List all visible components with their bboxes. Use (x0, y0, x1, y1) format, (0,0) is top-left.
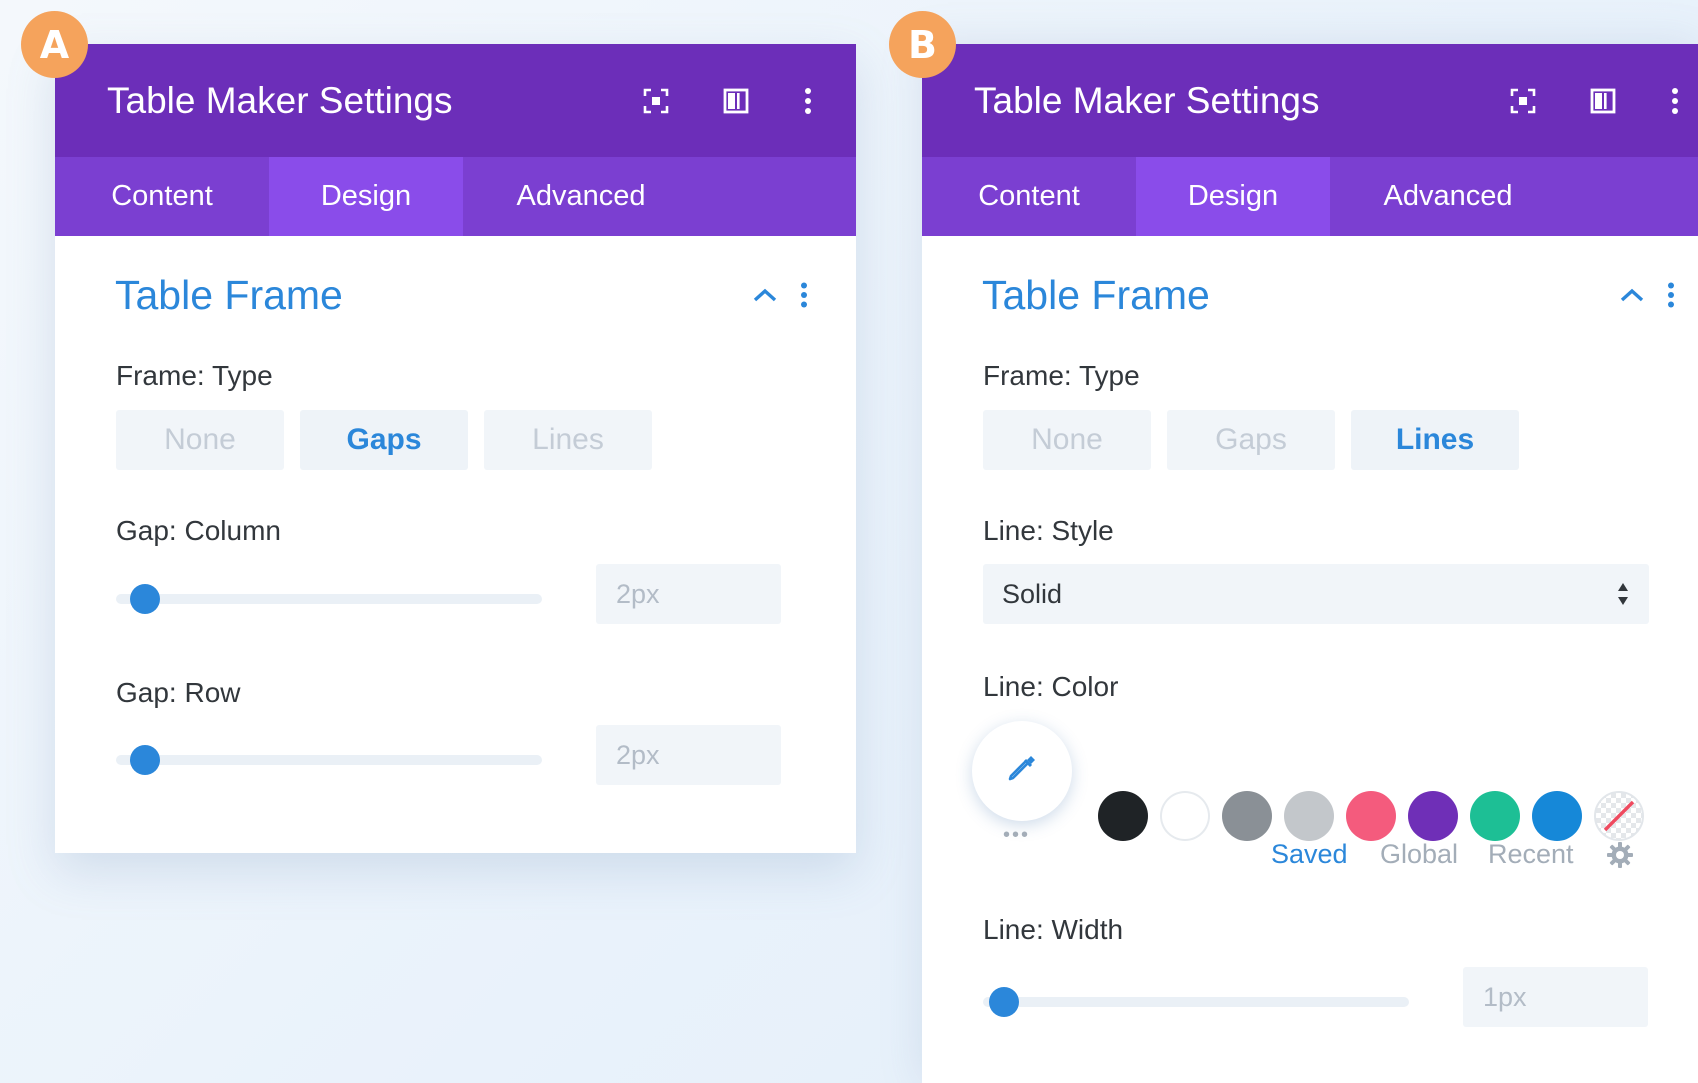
color-swatch[interactable] (1284, 791, 1334, 841)
more-vertical-icon[interactable] (1667, 282, 1675, 313)
line-color-label: Line: Color (983, 671, 1119, 702)
slider-handle[interactable] (989, 987, 1019, 1017)
section-title: Table Frame (982, 272, 1210, 318)
chevron-up-icon[interactable] (1619, 287, 1645, 308)
line-style-value: Solid (1002, 578, 1063, 609)
frame-type-gaps-button[interactable]: Gaps (300, 410, 468, 470)
gap-column-slider[interactable] (116, 584, 542, 614)
line-width-input[interactable]: 1px (1463, 967, 1648, 1027)
frame-type-gaps-button[interactable]: Gaps (1167, 410, 1335, 470)
frame-type-label: Frame: Type (983, 360, 1140, 391)
gap-row-slider[interactable] (116, 745, 542, 775)
color-tab-global[interactable]: Global (1380, 839, 1458, 870)
more-vertical-icon[interactable] (1668, 86, 1682, 116)
select-arrows-icon (1617, 580, 1629, 615)
color-swatch[interactable] (1346, 791, 1396, 841)
frame-type-lines-button[interactable]: Lines (484, 410, 652, 470)
sidebar-toggle-icon[interactable] (1588, 86, 1618, 116)
frame-type-none-button[interactable]: None (116, 410, 284, 470)
line-style-label: Line: Style (983, 515, 1114, 546)
eyedropper-icon (1002, 749, 1042, 794)
line-width-slider[interactable] (983, 987, 1409, 1017)
panel-title: Table Maker Settings (974, 79, 1320, 121)
no-color-swatch[interactable] (1594, 791, 1644, 841)
line-width-label: Line: Width (983, 914, 1124, 945)
color-swatch[interactable] (1532, 791, 1582, 841)
gap-row-input[interactable]: 2px (596, 725, 781, 785)
panel-header: Table Maker Settings (922, 44, 1698, 157)
chevron-up-icon[interactable] (752, 287, 778, 308)
color-tab-saved[interactable]: Saved (1271, 839, 1348, 870)
color-picker-button[interactable] (972, 721, 1072, 821)
color-tab-recent[interactable]: Recent (1488, 839, 1574, 870)
frame-type-label: Frame: Type (116, 360, 273, 391)
color-swatch[interactable] (1222, 791, 1272, 841)
line-style-select[interactable]: Solid (983, 564, 1649, 624)
gap-column-input[interactable]: 2px (596, 564, 781, 624)
settings-panel-a: Table Maker Settings Content Design Adva… (55, 44, 856, 853)
tab-content[interactable]: Content (922, 157, 1136, 236)
tab-content[interactable]: Content (55, 157, 269, 236)
panel-tabs: Content Design Advanced (922, 157, 1698, 236)
gear-icon[interactable] (1606, 841, 1634, 874)
section-title: Table Frame (115, 272, 343, 318)
badge-a: A (21, 11, 88, 78)
focus-icon[interactable] (641, 86, 671, 116)
color-swatch[interactable] (1408, 791, 1458, 841)
more-vertical-icon[interactable] (801, 86, 815, 116)
more-colors-icon[interactable]: ••• (1003, 824, 1030, 847)
gap-column-label: Gap: Column (116, 515, 281, 546)
slider-handle[interactable] (130, 745, 160, 775)
section-header[interactable]: Table Frame (922, 236, 1698, 356)
frame-type-none-button[interactable]: None (983, 410, 1151, 470)
panel-header: Table Maker Settings (55, 44, 856, 157)
settings-panel-b: Table Maker Settings Content Design Adva… (922, 44, 1698, 1083)
frame-type-selector: None Gaps Lines (116, 410, 668, 470)
panel-title: Table Maker Settings (107, 79, 453, 121)
color-swatch[interactable] (1098, 791, 1148, 841)
badge-b: B (889, 11, 956, 78)
more-vertical-icon[interactable] (800, 282, 808, 313)
gap-row-label: Gap: Row (116, 677, 241, 708)
sidebar-toggle-icon[interactable] (721, 86, 751, 116)
panel-tabs: Content Design Advanced (55, 157, 856, 236)
section-header[interactable]: Table Frame (55, 236, 856, 356)
color-swatch[interactable] (1160, 791, 1210, 841)
slider-handle[interactable] (130, 584, 160, 614)
tab-design[interactable]: Design (1136, 157, 1330, 236)
focus-icon[interactable] (1508, 86, 1538, 116)
tab-design[interactable]: Design (269, 157, 463, 236)
color-swatch[interactable] (1470, 791, 1520, 841)
frame-type-lines-button[interactable]: Lines (1351, 410, 1519, 470)
tab-advanced[interactable]: Advanced (1330, 157, 1566, 236)
frame-type-selector: None Gaps Lines (983, 410, 1535, 470)
tab-advanced[interactable]: Advanced (463, 157, 699, 236)
